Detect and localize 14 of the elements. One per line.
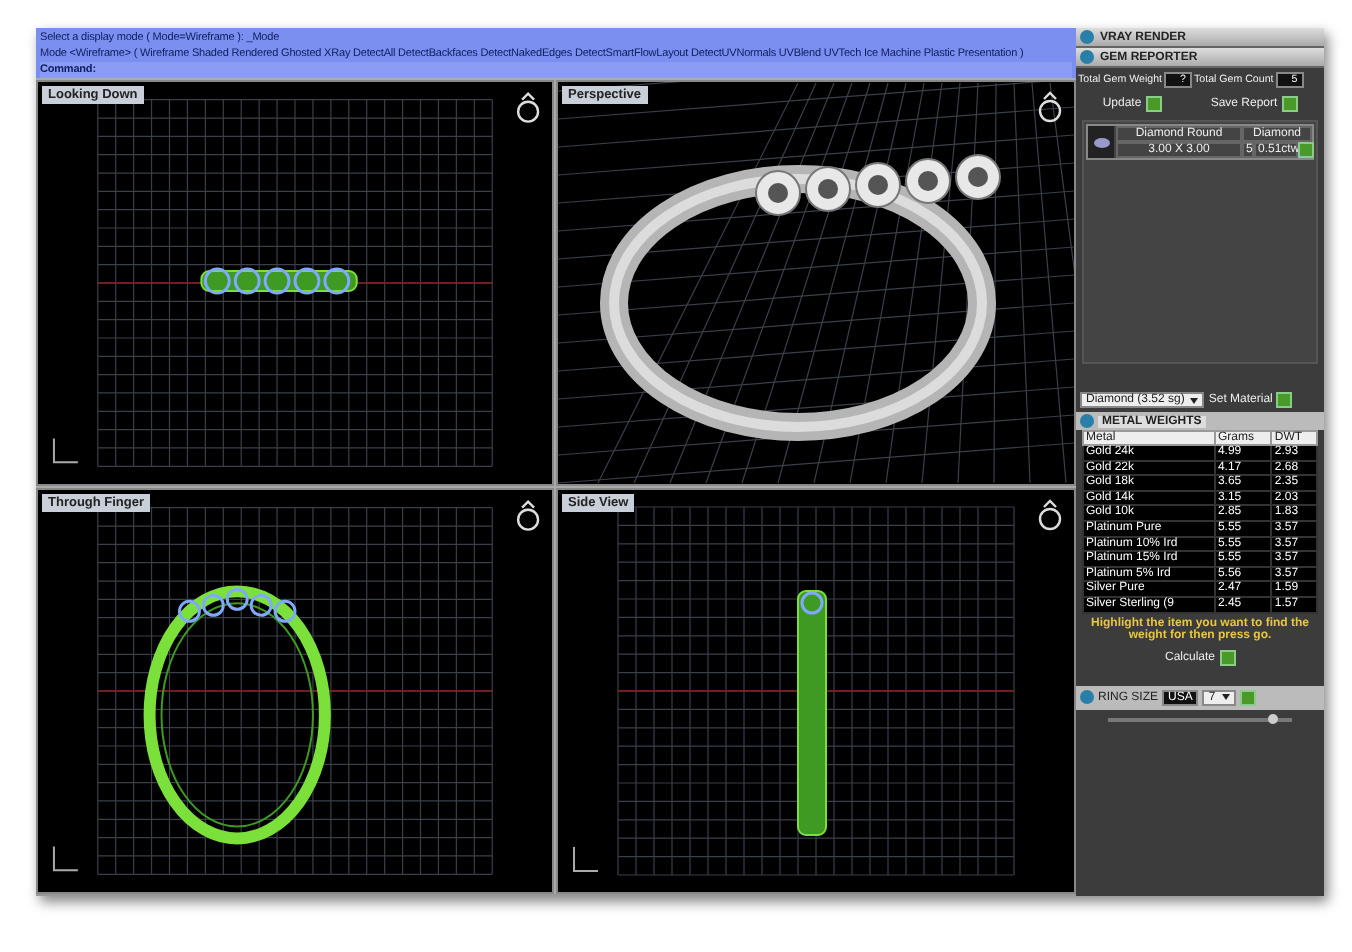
ring-icon[interactable] (516, 500, 540, 531)
ring-icon[interactable] (1038, 91, 1062, 123)
dropdown-arrow-icon (1190, 397, 1199, 403)
axis-icon (52, 845, 79, 872)
ring-icon[interactable] (1038, 499, 1062, 531)
axis-icon (52, 437, 79, 464)
slider-thumb[interactable] (1267, 713, 1278, 724)
panel-icon (1080, 690, 1094, 705)
dropdown-arrow-icon (1221, 694, 1230, 701)
ring-size-slider[interactable] (1108, 717, 1292, 722)
gem-thumbnail-icon (1093, 137, 1109, 147)
ring-icon[interactable] (516, 92, 540, 123)
panel-icon (1080, 414, 1094, 428)
axis-icon (573, 846, 599, 872)
